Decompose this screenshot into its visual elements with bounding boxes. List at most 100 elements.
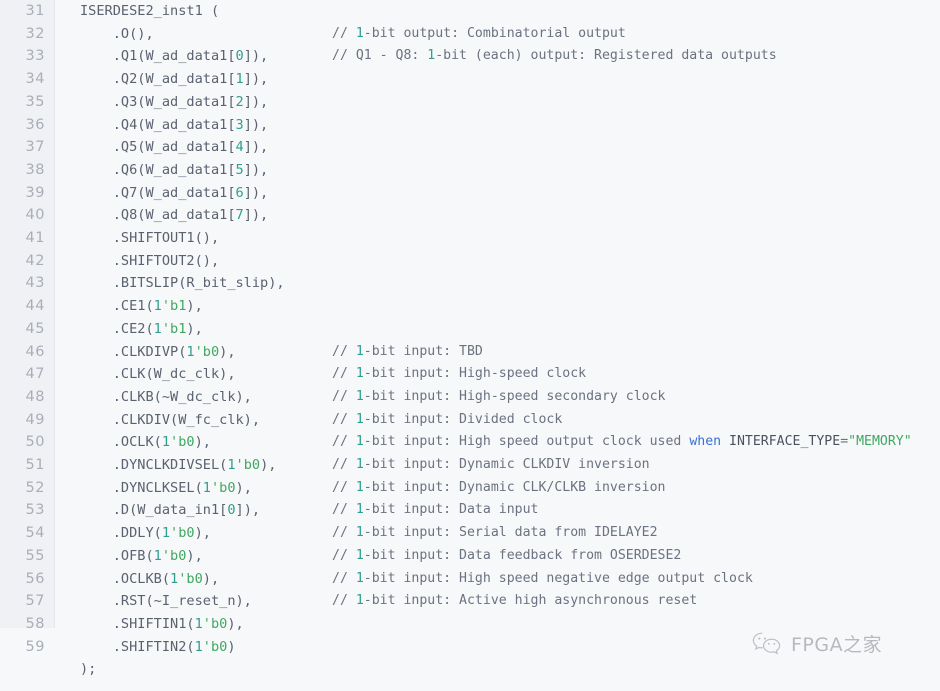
code-editor: 31 ISERDESE2_inst1 ( 32 .O(),// 1-bit outp… — [0, 0, 940, 691]
line-number: 52 — [25, 479, 45, 496]
line-number: 35 — [25, 93, 45, 110]
code-token: .CLK(W_dc_clk), — [80, 366, 236, 383]
code-token: 1 — [355, 457, 364, 472]
code-line[interactable]: 51 .DYNCLKDIVSEL(1'b0),// 1-bit input: D… — [0, 454, 940, 477]
code-token: ); — [80, 661, 97, 678]
code-token: .SHIFTOUT2(), — [80, 252, 220, 269]
code-line[interactable]: 55 .OFB(1'b0),// 1-bit input: Data feedb… — [0, 545, 940, 568]
code-line[interactable]: 52 .DYNCLKSEL(1'b0),// 1-bit input: Dyna… — [0, 477, 940, 500]
code-line[interactable]: 31 ISERDESE2_inst1 ( — [0, 0, 940, 23]
line-number: 36 — [25, 116, 45, 133]
code-token: .DYNCLKSEL( — [80, 479, 203, 496]
code-line[interactable]: 38 .Q6(W_ad_data1[5]), — [0, 159, 940, 182]
line-number: 32 — [25, 25, 45, 42]
code-text: .RST(~I_reset_n), — [80, 590, 252, 613]
code-token: .DYNCLKDIVSEL( — [80, 457, 228, 473]
code-token: 'b0 — [202, 638, 228, 655]
code-token: // — [332, 411, 356, 427]
code-token: .Q2(W_ad_data1[ — [80, 71, 236, 88]
code-line[interactable]: 39 .Q7(W_ad_data1[6]), — [0, 182, 940, 205]
code-token: 1 — [355, 434, 364, 450]
code-line[interactable]: 53 .D(W_data_in1[0]), // 1-bit input: Dat… — [0, 499, 940, 522]
code-line[interactable]: 34 .Q2(W_ad_data1[1]), — [0, 68, 940, 91]
code-token: // — [332, 388, 356, 404]
code-line[interactable]: 56 .OCLKB(1'b0),// 1-bit input: High spe… — [0, 568, 940, 591]
code-text: ISERDESE2_inst1 ( — [80, 0, 219, 23]
code-token: .Q1(W_ad_data1[ — [80, 48, 236, 65]
code-token: 'b1 — [161, 298, 187, 315]
code-text: .Q1(W_ad_data1[0]), — [80, 45, 269, 68]
code-line[interactable]: 47 .CLK(W_dc_clk), // 1-bit input: High-s… — [0, 363, 940, 386]
code-text: .CE2(1'b1), — [80, 318, 203, 341]
code-text: .SHIFTIN2(1'b0) — [80, 636, 236, 659]
code-line[interactable]: 33 .Q1(W_ad_data1[0]), // Q1 - Q8: 1-bit … — [0, 45, 940, 68]
code-token: ), — [219, 343, 236, 360]
code-token: 1 — [194, 615, 203, 632]
code-line[interactable]: 57 .RST(~I_reset_n), // 1-bit input: Acti… — [0, 590, 940, 613]
code-token: ), — [186, 320, 203, 337]
code-token: -bit input: Divided clock — [363, 411, 563, 427]
code-token: // Q1 - Q8: — [332, 48, 428, 64]
code-token: // — [332, 457, 356, 472]
code-token: // — [332, 25, 356, 41]
code-line[interactable]: 54 .DDLY(1'b0),// 1-bit input: Serial da… — [0, 522, 940, 545]
line-number: 51 — [25, 457, 45, 473]
code-token: -bit input: Data feedback from OSERDESE2 — [363, 547, 682, 563]
code-token: 'b0 — [161, 547, 187, 564]
code-line[interactable]: 48 .CLKB(~W_dc_clk), // 1-bit input: High… — [0, 386, 940, 409]
code-line[interactable]: 36 .Q4(W_ad_data1[3]), — [0, 114, 940, 137]
code-line[interactable]: 45 .CE2(1'b1), — [0, 318, 940, 341]
code-token: 6 — [235, 184, 244, 201]
line-number: 31 — [25, 3, 45, 19]
code-text: .CLK(W_dc_clk), — [80, 363, 236, 386]
line-number: 59 — [25, 638, 45, 655]
line-number: 34 — [25, 71, 45, 88]
code-line[interactable]: 35 .Q3(W_ad_data1[2]), — [0, 91, 940, 114]
code-line[interactable]: ); — [0, 658, 940, 681]
code-line[interactable]: 50 .OCLK(1'b0),// 1-bit input: High spee… — [0, 431, 940, 454]
code-token: 'b0 — [202, 615, 228, 632]
code-token: INTERFACE_TYPE — [729, 434, 841, 450]
code-line[interactable]: 46 .CLKDIVP(1'b0),// 1-bit input: TBD — [0, 341, 940, 364]
line-number: 58 — [25, 615, 45, 632]
code-token: -bit input: High speed output clock used — [363, 434, 690, 450]
line-number: 57 — [25, 593, 45, 610]
code-line[interactable]: 49 .CLKDIV(W_fc_clk), // 1-bit input: Div… — [0, 409, 940, 432]
code-token: 1 — [355, 388, 364, 404]
code-token: -bit input: High speed negative edge out… — [363, 570, 753, 586]
code-token: .Q3(W_ad_data1[ — [80, 93, 236, 110]
code-token: ), — [194, 434, 211, 451]
code-line[interactable]: 37 .Q5(W_ad_data1[4]), — [0, 136, 940, 159]
line-number: 55 — [25, 547, 45, 564]
code-line[interactable]: 44 .CE1(1'b1), — [0, 295, 940, 318]
line-number: 48 — [25, 388, 45, 405]
code-token: 1 — [202, 479, 211, 496]
code-comment: // 1-bit input: TBD — [332, 341, 483, 364]
code-token: 1 — [355, 25, 364, 41]
code-line[interactable]: 32 .O(), // 1-bit output: Combinatorial o… — [0, 23, 940, 46]
code-token: ISERDESE2_inst1 ( — [80, 3, 220, 19]
code-token: .D(W_data_in1[ — [80, 502, 228, 519]
line-number: 45 — [25, 320, 45, 337]
code-token: ), — [260, 457, 277, 473]
code-text: .BITSLIP(R_bit_slip), — [80, 272, 285, 295]
code-line[interactable]: 40 .Q8(W_ad_data1[7]), — [0, 204, 940, 227]
code-line[interactable]: 43 .BITSLIP(R_bit_slip), — [0, 272, 940, 295]
code-token: ), — [194, 525, 211, 542]
code-token: 1 — [161, 434, 171, 451]
code-token: 0 — [227, 502, 236, 519]
code-line[interactable]: 42 .SHIFTOUT2(), — [0, 250, 940, 273]
code-token: 1 — [355, 525, 364, 541]
code-text: .Q3(W_ad_data1[2]), — [80, 91, 269, 114]
code-line[interactable]: 41 .SHIFTOUT1(), — [0, 227, 940, 250]
line-number: 42 — [25, 252, 45, 269]
code-text: .Q8(W_ad_data1[7]), — [80, 204, 269, 227]
code-text: .DYNCLKSEL(1'b0), — [80, 477, 252, 500]
code-token: 'b0 — [194, 343, 220, 360]
code-token: .CE2( — [80, 320, 154, 337]
code-token: 'b0 — [170, 525, 195, 542]
code-token: ), — [202, 570, 220, 587]
code-token: ]), — [243, 71, 269, 88]
code-text: .Q7(W_ad_data1[6]), — [80, 182, 269, 205]
